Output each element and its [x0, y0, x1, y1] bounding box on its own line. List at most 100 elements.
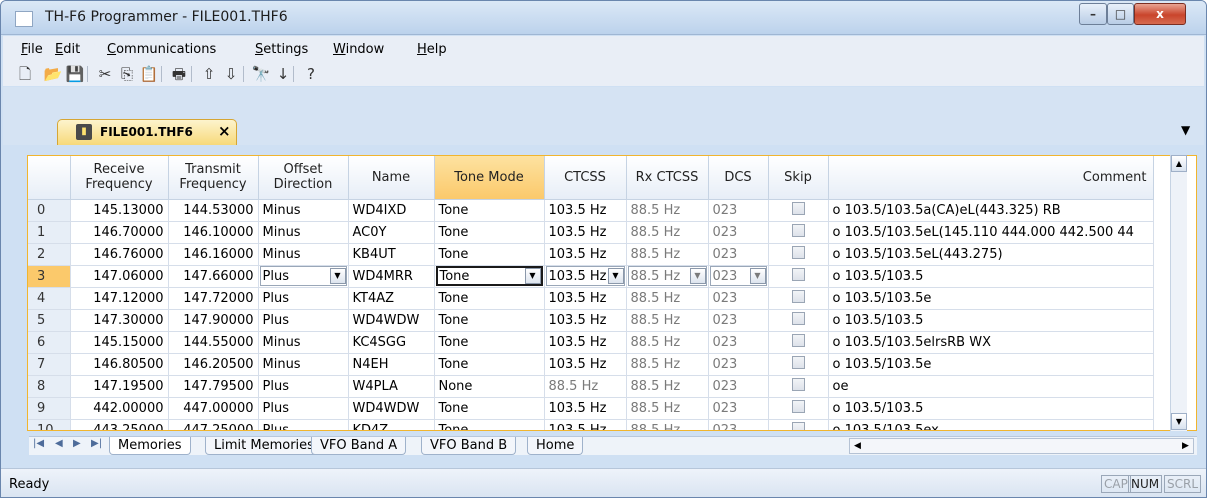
rx-ctcss-cell[interactable]: 88.5 Hz	[626, 309, 709, 332]
rx-ctcss-cell[interactable]: 88.5 Hz	[626, 221, 709, 244]
first-sheet-icon[interactable]: |◀	[33, 438, 44, 449]
offset-direction-cell[interactable]: Minus	[258, 353, 349, 376]
scroll-down-icon[interactable]: ▼	[1171, 413, 1187, 430]
skip-cell[interactable]	[768, 375, 829, 398]
help-icon[interactable]: ?	[301, 64, 321, 84]
row-number[interactable]: 10	[28, 419, 71, 430]
ctcss-cell-dropdown[interactable]: 103.5 Hz ▼	[545, 266, 625, 286]
rx-ctcss-cell[interactable]: 88.5 Hz	[626, 375, 709, 398]
column-header-receive-frequency[interactable]: Receive Frequency	[70, 156, 169, 200]
skip-checkbox[interactable]	[791, 399, 805, 413]
tone-mode-cell[interactable]: Tone	[434, 243, 545, 266]
skip-cell[interactable]	[768, 331, 829, 354]
sort-az-icon[interactable]: ↓	[273, 64, 293, 84]
maximize-button[interactable]: □	[1107, 3, 1134, 25]
prev-sheet-icon[interactable]: ◀	[55, 438, 63, 449]
close-tab-icon[interactable]: ×	[218, 122, 231, 140]
minimize-button[interactable]: –	[1079, 3, 1107, 25]
name-cell[interactable]: W4PLA	[348, 375, 435, 398]
dcs-cell[interactable]: 023	[708, 199, 769, 222]
name-cell[interactable]: WD4WDW	[348, 309, 435, 332]
rx-ctcss-cell-dropdown[interactable]: 88.5 Hz ▼	[627, 266, 707, 286]
dropdown-arrow-icon[interactable]: ▼	[329, 268, 346, 284]
transmit-frequency-cell[interactable]: 447.25000	[168, 419, 259, 430]
rx-ctcss-cell[interactable]: 88.5 Hz	[626, 199, 709, 222]
comment-cell[interactable]: o 103.5/103.5	[828, 397, 1154, 420]
offset-direction-cell[interactable]: Minus	[258, 199, 349, 222]
receive-frequency-cell[interactable]: 146.80500	[70, 353, 169, 376]
transmit-frequency-cell[interactable]: 144.53000	[168, 199, 259, 222]
transmit-frequency-cell[interactable]: 147.90000	[168, 309, 259, 332]
ctcss-cell[interactable]: 103.5 Hz	[544, 309, 627, 332]
ctcss-cell[interactable]: 88.5 Hz	[544, 375, 627, 398]
tone-mode-cell[interactable]: Tone	[434, 199, 545, 222]
name-cell[interactable]: KD4Z	[348, 419, 435, 430]
row-number[interactable]: 9	[28, 397, 71, 420]
tab-vfo-band-a[interactable]: VFO Band A	[311, 437, 407, 455]
skip-checkbox[interactable]	[791, 201, 805, 215]
skip-checkbox[interactable]	[791, 421, 805, 430]
comment-cell[interactable]: o 103.5/103.5	[828, 309, 1154, 332]
dcs-cell[interactable]: 023 ▼	[708, 265, 769, 288]
offset-direction-cell-dropdown[interactable]: Plus ▼	[259, 266, 347, 286]
dcs-cell[interactable]: 023	[708, 331, 769, 354]
skip-cell[interactable]	[768, 397, 829, 420]
tone-mode-cell[interactable]: Tone	[434, 287, 545, 310]
ctcss-cell[interactable]: 103.5 Hz	[544, 243, 627, 266]
scroll-up-icon[interactable]: ▲	[1171, 155, 1187, 172]
offset-direction-cell[interactable]: Plus	[258, 397, 349, 420]
dcs-cell[interactable]: 023	[708, 375, 769, 398]
menu-help[interactable]: Help	[411, 40, 453, 59]
table-row[interactable]: 6 145.15000 144.55000 Minus KC4SGG Tone 103.5 …	[28, 331, 1154, 354]
dropdown-arrow-icon[interactable]: ▼	[607, 268, 624, 284]
table-row[interactable]: 4 147.12000 147.72000 Plus KT4AZ Tone 103.5 Hz…	[28, 287, 1154, 310]
skip-checkbox[interactable]	[791, 355, 805, 369]
skip-cell[interactable]	[768, 419, 829, 430]
skip-cell[interactable]	[768, 309, 829, 332]
rx-ctcss-cell[interactable]: 88.5 Hz	[626, 419, 709, 430]
dcs-cell[interactable]: 023	[708, 419, 769, 430]
offset-direction-cell[interactable]: Minus	[258, 221, 349, 244]
row-number[interactable]: 5	[28, 309, 71, 332]
receive-frequency-cell[interactable]: 147.12000	[70, 287, 169, 310]
rx-ctcss-cell[interactable]: 88.5 Hz	[626, 353, 709, 376]
dcs-cell[interactable]: 023	[708, 309, 769, 332]
tone-mode-cell[interactable]: Tone	[434, 419, 545, 430]
name-cell[interactable]: KC4SGG	[348, 331, 435, 354]
skip-checkbox[interactable]	[791, 311, 805, 325]
comment-cell[interactable]: o 103.5/103.5	[828, 265, 1154, 288]
table-row[interactable]: 8 147.19500 147.79500 Plus W4PLA None 88.5 Hz 8…	[28, 375, 1154, 398]
ctcss-cell[interactable]: 103.5 Hz	[544, 331, 627, 354]
tab-memories[interactable]: Memories	[109, 437, 191, 455]
rx-ctcss-cell[interactable]: 88.5 Hz	[626, 397, 709, 420]
table-row[interactable]: 7 146.80500 146.20500 Minus N4EH Tone 103.5 Hz…	[28, 353, 1154, 376]
ctcss-cell[interactable]: 103.5 Hz	[544, 221, 627, 244]
corner-header[interactable]	[28, 156, 71, 200]
column-header-offset-direction[interactable]: Offset Direction	[258, 156, 349, 200]
transmit-frequency-cell[interactable]: 147.66000	[168, 265, 259, 288]
tone-mode-cell[interactable]: Tone	[434, 331, 545, 354]
name-cell[interactable]: WD4MRR	[348, 265, 435, 288]
ctcss-cell[interactable]: 103.5 Hz	[544, 419, 627, 430]
upload-arrow-icon[interactable]: ⇧	[199, 64, 219, 84]
skip-checkbox[interactable]	[791, 333, 805, 347]
tone-mode-cell-dropdown[interactable]: Tone ▼	[435, 266, 543, 286]
transmit-frequency-cell[interactable]: 144.55000	[168, 331, 259, 354]
ctcss-cell[interactable]: 103.5 Hz	[544, 287, 627, 310]
tab-limit-memories[interactable]: Limit Memories	[205, 437, 323, 455]
row-number[interactable]: 7	[28, 353, 71, 376]
horizontal-scrollbar[interactable]: ◀ ▶	[849, 438, 1194, 454]
table-row[interactable]: 10 443.25000 447.25000 Plus KD4Z Tone 103.5 Hz…	[28, 419, 1154, 430]
close-button[interactable]: x	[1134, 3, 1186, 25]
rx-ctcss-cell[interactable]: 88.5 Hz	[626, 331, 709, 354]
skip-checkbox[interactable]	[791, 377, 805, 391]
find-binoculars-icon[interactable]: 🔭	[251, 64, 271, 84]
dcs-cell[interactable]: 023	[708, 353, 769, 376]
column-header-skip[interactable]: Skip	[768, 156, 829, 200]
save-icon[interactable]: 💾	[65, 64, 85, 84]
offset-direction-cell[interactable]: Plus	[258, 287, 349, 310]
open-folder-icon[interactable]: 📂	[43, 64, 63, 84]
tone-mode-cell[interactable]: Tone ▼	[434, 265, 545, 288]
comment-cell[interactable]: o 103.5/103.5eL(443.275)	[828, 243, 1154, 266]
name-cell[interactable]: N4EH	[348, 353, 435, 376]
